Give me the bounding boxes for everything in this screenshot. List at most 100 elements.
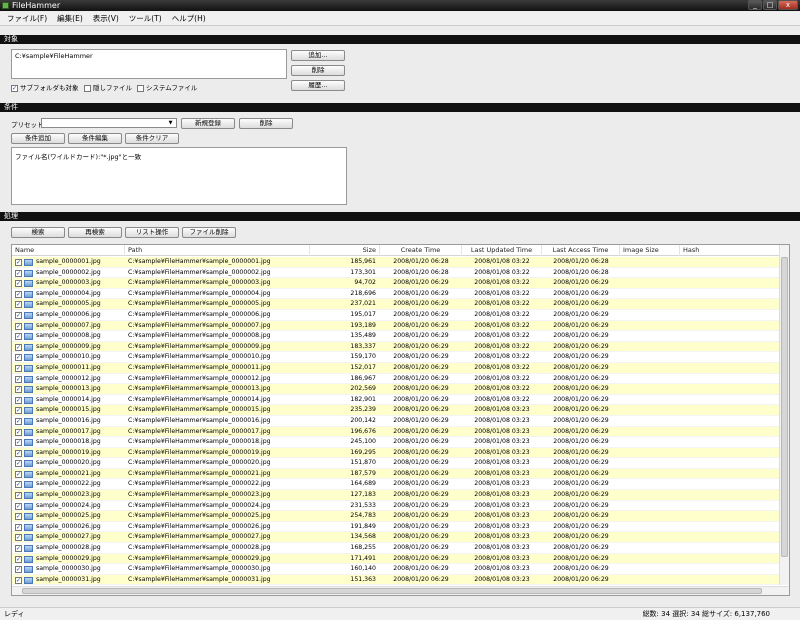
table-row[interactable]: ✓ sample_0000025.jpg C:¥sample¥FileHammer¥… bbox=[12, 511, 780, 522]
row-checkbox[interactable]: ✓ bbox=[15, 460, 22, 468]
row-checkbox[interactable]: ✓ bbox=[15, 375, 22, 383]
table-row[interactable]: ✓ sample_0000008.jpg C:¥sample¥FileHammer¥… bbox=[12, 331, 780, 342]
row-checkbox[interactable]: ✓ bbox=[15, 566, 22, 574]
row-checkbox[interactable]: ✓ bbox=[15, 259, 22, 266]
menu-view[interactable]: 表示(V) bbox=[88, 12, 124, 25]
preset-select[interactable]: ▼ bbox=[41, 118, 177, 128]
table-row[interactable]: ✓ sample_0000012.jpg C:¥sample¥FileHammer¥… bbox=[12, 374, 780, 385]
row-checkbox[interactable]: ✓ bbox=[15, 364, 22, 372]
edit-condition-button[interactable]: 条件編集 bbox=[68, 133, 122, 144]
condition-item[interactable]: ファイル名(ワイルドカード):"*.jpg"と一致 bbox=[15, 151, 343, 161]
table-row[interactable]: ✓ sample_0000005.jpg C:¥sample¥FileHammer¥… bbox=[12, 299, 780, 310]
row-checkbox[interactable]: ✓ bbox=[15, 354, 22, 362]
row-checkbox[interactable]: ✓ bbox=[15, 290, 22, 298]
row-checkbox[interactable]: ✓ bbox=[15, 470, 22, 478]
history-button[interactable]: 履歴... bbox=[291, 80, 345, 91]
row-checkbox[interactable]: ✓ bbox=[15, 555, 22, 563]
row-checkbox[interactable]: ✓ bbox=[15, 428, 22, 436]
hidden-files-checkbox[interactable]: 隠しファイル bbox=[84, 84, 132, 92]
minimize-button[interactable]: _ bbox=[748, 0, 762, 10]
table-row[interactable]: ✓ sample_0000027.jpg C:¥sample¥FileHammer¥… bbox=[12, 532, 780, 544]
row-checkbox[interactable]: ✓ bbox=[15, 407, 22, 415]
condition-list[interactable]: ファイル名(ワイルドカード):"*.jpg"と一致 bbox=[11, 147, 347, 205]
table-row[interactable]: ✓ sample_0000028.jpg C:¥sample¥FileHammer¥… bbox=[12, 543, 780, 554]
table-row[interactable]: ✓ sample_0000001.jpg C:¥sample¥FileHammer¥… bbox=[12, 257, 780, 268]
row-checkbox[interactable]: ✓ bbox=[15, 333, 22, 341]
menu-tools[interactable]: ツール(T) bbox=[124, 12, 167, 25]
col-header-create-time[interactable]: Create Time bbox=[380, 245, 462, 256]
row-checkbox[interactable]: ✓ bbox=[15, 523, 22, 531]
table-row[interactable]: ✓ sample_0000016.jpg C:¥sample¥FileHammer¥… bbox=[12, 416, 780, 427]
row-checkbox[interactable]: ✓ bbox=[15, 280, 22, 288]
row-checkbox[interactable]: ✓ bbox=[15, 439, 22, 447]
row-checkbox[interactable]: ✓ bbox=[15, 417, 22, 425]
table-row[interactable]: ✓ sample_0000021.jpg C:¥sample¥FileHammer¥… bbox=[12, 468, 780, 480]
table-row[interactable]: ✓ sample_0000003.jpg C:¥sample¥FileHammer¥… bbox=[12, 278, 780, 289]
add-condition-button[interactable]: 条件追加 bbox=[11, 133, 65, 144]
file-delete-button[interactable]: ファイル削除 bbox=[182, 227, 236, 238]
table-row[interactable]: ✓ sample_0000026.jpg C:¥sample¥FileHammer¥… bbox=[12, 522, 780, 533]
menu-edit[interactable]: 編集(E) bbox=[52, 12, 88, 25]
row-checkbox[interactable]: ✓ bbox=[15, 513, 22, 521]
table-row[interactable]: ✓ sample_0000031.jpg C:¥sample¥FileHammer¥… bbox=[12, 574, 780, 586]
maximize-button[interactable]: □ bbox=[763, 0, 777, 10]
menu-file[interactable]: ファイル(F) bbox=[2, 12, 52, 25]
col-header-name[interactable]: Name bbox=[12, 245, 125, 256]
row-checkbox[interactable]: ✓ bbox=[15, 545, 22, 553]
col-header-access-time[interactable]: Last Access Time bbox=[542, 245, 620, 256]
vertical-scrollbar[interactable] bbox=[779, 245, 789, 585]
file-list-table[interactable]: Name Path Size Create Time Last Updated … bbox=[11, 244, 790, 596]
col-header-path[interactable]: Path bbox=[125, 245, 310, 256]
delete-target-button[interactable]: 削除 bbox=[291, 65, 345, 76]
menu-help[interactable]: ヘルプ(H) bbox=[167, 12, 211, 25]
table-row[interactable]: ✓ sample_0000014.jpg C:¥sample¥FileHammer¥… bbox=[12, 395, 780, 406]
table-row[interactable]: ✓ sample_0000023.jpg C:¥sample¥FileHammer¥… bbox=[12, 490, 780, 501]
row-checkbox[interactable]: ✓ bbox=[15, 492, 22, 500]
row-checkbox[interactable]: ✓ bbox=[15, 386, 22, 394]
table-row[interactable]: ✓ sample_0000024.jpg C:¥sample¥FileHammer¥… bbox=[12, 501, 780, 512]
col-header-image-size[interactable]: Image Size bbox=[620, 245, 680, 256]
table-row[interactable]: ✓ sample_0000022.jpg C:¥sample¥FileHammer¥… bbox=[12, 479, 780, 491]
table-row[interactable]: ✓ sample_0000015.jpg C:¥sample¥FileHammer¥… bbox=[12, 405, 780, 416]
row-checkbox[interactable]: ✓ bbox=[15, 301, 22, 309]
vscroll-thumb[interactable] bbox=[781, 257, 788, 557]
subfolders-checkbox[interactable]: ✓ サブフォルダも対象 bbox=[11, 84, 79, 92]
table-row[interactable]: ✓ sample_0000011.jpg C:¥sample¥FileHammer¥… bbox=[12, 362, 780, 374]
row-checkbox[interactable]: ✓ bbox=[15, 322, 22, 330]
table-row[interactable]: ✓ sample_0000010.jpg C:¥sample¥FileHammer¥… bbox=[12, 352, 780, 363]
clear-condition-button[interactable]: 条件クリア bbox=[125, 133, 179, 144]
table-row[interactable]: ✓ sample_0000018.jpg C:¥sample¥FileHammer¥… bbox=[12, 437, 780, 448]
row-checkbox[interactable]: ✓ bbox=[15, 343, 22, 351]
close-button[interactable]: x bbox=[778, 0, 798, 10]
row-checkbox[interactable]: ✓ bbox=[15, 311, 22, 319]
table-row[interactable]: ✓ sample_0000007.jpg C:¥sample¥FileHammer¥… bbox=[12, 320, 780, 332]
col-header-size[interactable]: Size bbox=[310, 245, 380, 256]
row-checkbox[interactable]: ✓ bbox=[15, 396, 22, 404]
table-row[interactable]: ✓ sample_0000013.jpg C:¥sample¥FileHammer¥… bbox=[12, 384, 780, 395]
research-button[interactable]: 再検索 bbox=[68, 227, 122, 238]
row-checkbox[interactable]: ✓ bbox=[15, 449, 22, 457]
table-row[interactable]: ✓ sample_0000029.jpg C:¥sample¥FileHammer¥… bbox=[12, 553, 780, 565]
target-path-list[interactable]: C:¥sample¥FileHammer bbox=[11, 49, 287, 79]
list-ops-button[interactable]: リスト操作 bbox=[125, 227, 179, 238]
table-row[interactable]: ✓ sample_0000030.jpg C:¥sample¥FileHammer¥… bbox=[12, 564, 780, 575]
delete-preset-button[interactable]: 削除 bbox=[239, 118, 293, 129]
add-target-button[interactable]: 追加... bbox=[291, 50, 345, 61]
hscroll-thumb[interactable] bbox=[22, 588, 762, 594]
col-header-updated-time[interactable]: Last Updated Time bbox=[462, 245, 542, 256]
row-checkbox[interactable]: ✓ bbox=[15, 576, 22, 584]
row-checkbox[interactable]: ✓ bbox=[15, 502, 22, 510]
table-row[interactable]: ✓ sample_0000002.jpg C:¥sample¥FileHammer¥… bbox=[12, 268, 780, 279]
col-header-hash[interactable]: Hash bbox=[680, 245, 780, 256]
search-button[interactable]: 検索 bbox=[11, 227, 65, 238]
row-checkbox[interactable]: ✓ bbox=[15, 481, 22, 489]
row-checkbox[interactable]: ✓ bbox=[15, 269, 22, 277]
register-preset-button[interactable]: 新規登録 bbox=[181, 118, 235, 129]
system-files-checkbox[interactable]: システムファイル bbox=[137, 84, 197, 92]
table-row[interactable]: ✓ sample_0000006.jpg C:¥sample¥FileHammer¥… bbox=[12, 310, 780, 321]
table-row[interactable]: ✓ sample_0000020.jpg C:¥sample¥FileHammer¥… bbox=[12, 458, 780, 469]
table-row[interactable]: ✓ sample_0000019.jpg C:¥sample¥FileHammer¥… bbox=[12, 447, 780, 459]
table-row[interactable]: ✓ sample_0000017.jpg C:¥sample¥FileHammer¥… bbox=[12, 426, 780, 438]
horizontal-scrollbar[interactable] bbox=[12, 586, 789, 595]
table-row[interactable]: ✓ sample_0000004.jpg C:¥sample¥FileHammer¥… bbox=[12, 289, 780, 300]
